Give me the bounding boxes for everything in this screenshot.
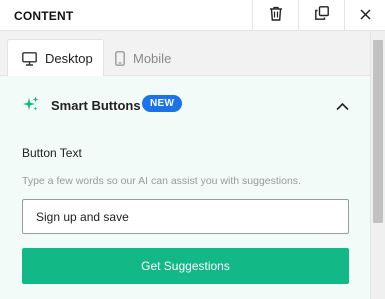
duplicate-icon [314, 6, 329, 25]
tab-mobile-label: Mobile [133, 50, 172, 66]
button-text-input[interactable] [22, 199, 349, 234]
panel-header: CONTENT [0, 0, 385, 31]
mobile-icon [115, 50, 125, 66]
button-text-hint: Type a few words so our AI can assist yo… [22, 175, 301, 187]
get-suggestions-button[interactable]: Get Suggestions [22, 248, 349, 284]
section-title: Smart Buttons [51, 98, 141, 113]
smart-buttons-section-header[interactable]: Smart Buttons NEW [0, 76, 370, 132]
button-text-label: Button Text [22, 146, 82, 160]
chevron-up-icon[interactable] [336, 98, 349, 116]
tab-desktop-label: Desktop [45, 51, 93, 66]
scrollbar-thumb[interactable] [373, 40, 383, 223]
close-button[interactable] [344, 0, 385, 31]
device-tabs: Desktop Mobile [0, 31, 370, 77]
tab-desktop[interactable]: Desktop [7, 39, 104, 77]
delete-button[interactable] [252, 0, 298, 31]
smart-buttons-panel: Smart Buttons NEW Button Text Type a few… [0, 76, 370, 299]
new-badge: NEW [142, 95, 183, 112]
close-icon [359, 7, 371, 25]
scrollbar[interactable] [370, 31, 385, 299]
trash-icon [269, 6, 283, 26]
tab-mobile[interactable]: Mobile [115, 39, 195, 77]
sparkle-icon [23, 96, 39, 117]
duplicate-button[interactable] [298, 0, 344, 31]
desktop-icon [22, 51, 37, 66]
panel-title: CONTENT [14, 9, 74, 23]
